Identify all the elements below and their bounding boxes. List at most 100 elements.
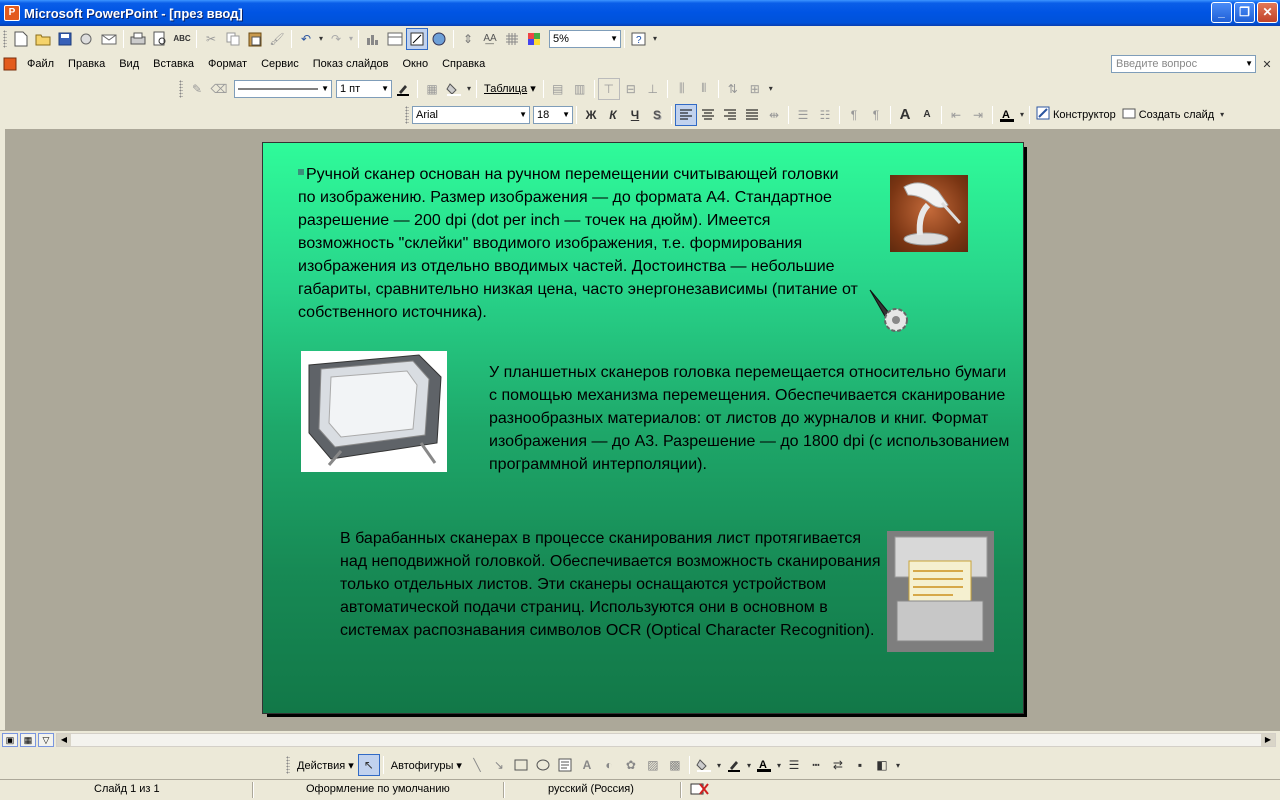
- new-slide-button[interactable]: Создать слайд: [1119, 106, 1217, 123]
- minimize-button[interactable]: _: [1211, 2, 1232, 23]
- help-question-input[interactable]: Введите вопрос ▼: [1111, 55, 1256, 73]
- underline-button[interactable]: Ч: [624, 104, 646, 126]
- print-icon[interactable]: [127, 28, 149, 50]
- toolbar-grip[interactable]: [286, 756, 290, 774]
- justify-icon[interactable]: [741, 104, 763, 126]
- text-direction-icon[interactable]: ⇅: [722, 78, 744, 100]
- format-painter-icon[interactable]: 🖌: [266, 28, 288, 50]
- paste-icon[interactable]: [244, 28, 266, 50]
- align-top-icon[interactable]: ⊤: [597, 77, 620, 100]
- fill-color-dropdown-icon[interactable]: ▾: [715, 754, 723, 776]
- menu-help[interactable]: Справка: [435, 58, 492, 70]
- toolbar-grip[interactable]: [179, 79, 183, 98]
- increase-indent-icon[interactable]: ⇥: [967, 104, 989, 126]
- menu-format[interactable]: Формат: [201, 58, 254, 70]
- show-formatting-icon[interactable]: A͟A: [479, 28, 501, 50]
- insert-picture-icon[interactable]: ▨: [642, 754, 664, 776]
- distribute-columns-icon[interactable]: ⫴: [693, 78, 715, 100]
- font-color-icon[interactable]: A: [996, 104, 1018, 126]
- arrow-icon[interactable]: ↘: [488, 754, 510, 776]
- copy-icon[interactable]: [222, 28, 244, 50]
- distributed-icon[interactable]: ⇹: [763, 104, 785, 126]
- table-fill-effects-icon[interactable]: ⊞: [744, 78, 766, 100]
- font-color-dropdown-icon[interactable]: ▾: [1018, 104, 1026, 126]
- toolbar-options-icon[interactable]: ▾: [650, 28, 660, 50]
- permission-icon[interactable]: [76, 28, 98, 50]
- menu-insert[interactable]: Вставка: [146, 58, 201, 70]
- align-left-icon[interactable]: [675, 103, 697, 126]
- oval-icon[interactable]: [532, 754, 554, 776]
- toolbar-options-icon[interactable]: ▾: [893, 754, 903, 776]
- slide[interactable]: Ручной сканер основан на ручном перемеще…: [262, 142, 1024, 714]
- font-size-dropdown[interactable]: 18 ▼: [533, 105, 573, 124]
- align-right-icon[interactable]: [719, 104, 741, 126]
- open-folder-icon[interactable]: [32, 28, 54, 50]
- document-icon[interactable]: [0, 53, 20, 75]
- ltr-direction-icon[interactable]: ¶: [843, 104, 865, 126]
- undo-dropdown-icon[interactable]: ▾: [317, 28, 325, 50]
- arrow-style-icon[interactable]: ⇄: [827, 754, 849, 776]
- restore-button[interactable]: ❐: [1234, 2, 1255, 23]
- border-width-dropdown[interactable]: 1 пт ▼: [336, 79, 392, 98]
- email-icon[interactable]: [98, 28, 120, 50]
- designer-button[interactable]: Конструктор: [1033, 106, 1119, 123]
- fill-color-icon[interactable]: [693, 754, 715, 776]
- merge-cells-icon[interactable]: ▤: [547, 78, 569, 100]
- line-style-icon[interactable]: ☰: [783, 754, 805, 776]
- eraser-icon[interactable]: ⌫: [208, 78, 230, 100]
- line-color-dropdown-icon[interactable]: ▾: [745, 754, 753, 776]
- close-button[interactable]: ✕: [1257, 2, 1278, 23]
- new-document-icon[interactable]: [10, 28, 32, 50]
- wordart-icon[interactable]: A: [576, 754, 598, 776]
- cut-icon[interactable]: ✂: [200, 28, 222, 50]
- spelling-status-icon[interactable]: [690, 782, 710, 799]
- language-status[interactable]: русский (Россия): [548, 783, 634, 795]
- rtl-direction-icon[interactable]: ¶: [865, 104, 887, 126]
- menu-edit[interactable]: Правка: [61, 58, 112, 70]
- center-vertically-icon[interactable]: ⊟: [620, 78, 642, 100]
- diagram-icon[interactable]: ◐: [598, 754, 620, 776]
- flatbed-scanner-text[interactable]: У планшетных сканеров головка перемещает…: [489, 361, 1014, 476]
- save-icon[interactable]: [54, 28, 76, 50]
- redo-icon[interactable]: ↷: [325, 28, 347, 50]
- font-color-dropdown-icon[interactable]: ▾: [775, 754, 783, 776]
- scroll-left-icon[interactable]: ◀: [57, 734, 71, 746]
- align-center-icon[interactable]: [697, 104, 719, 126]
- insert-table-icon[interactable]: [384, 28, 406, 50]
- help-icon[interactable]: ?: [628, 28, 650, 50]
- clip-art-icon[interactable]: ✿: [620, 754, 642, 776]
- insert-hyperlink-icon[interactable]: [428, 28, 450, 50]
- slide-sorter-view-icon[interactable]: ▦: [20, 732, 36, 747]
- font-name-dropdown[interactable]: Arial ▼: [412, 105, 530, 124]
- rectangle-icon[interactable]: [510, 754, 532, 776]
- text-shadow-button[interactable]: S: [646, 104, 668, 126]
- autoshapes-menu[interactable]: Автофигуры ▾: [387, 759, 466, 772]
- toolbar-options-icon[interactable]: ▾: [1217, 104, 1227, 126]
- italic-button[interactable]: К: [602, 104, 624, 126]
- text-box-icon[interactable]: [554, 754, 576, 776]
- borders-icon[interactable]: ▦: [421, 78, 443, 100]
- decrease-indent-icon[interactable]: ⇤: [945, 104, 967, 126]
- insert-chart-icon[interactable]: [362, 28, 384, 50]
- scroll-right-icon[interactable]: ▶: [1261, 734, 1275, 746]
- slide-workspace[interactable]: Ручной сканер основан на ручном перемеще…: [5, 129, 1280, 730]
- powerpoint-app-icon[interactable]: P: [4, 5, 20, 21]
- fill-dropdown-icon[interactable]: ▾: [465, 78, 473, 100]
- align-bottom-icon[interactable]: ⊥: [642, 78, 664, 100]
- slide-show-view-icon[interactable]: ▽: [38, 732, 54, 747]
- undo-icon[interactable]: ↶: [295, 28, 317, 50]
- flatbed-scanner-image[interactable]: [301, 351, 447, 472]
- draw-table-icon[interactable]: ✎: [186, 78, 208, 100]
- handheld-scanner-image[interactable]: [890, 175, 968, 252]
- drum-scanner-image[interactable]: [887, 531, 994, 652]
- show-grid-icon[interactable]: [501, 28, 523, 50]
- decrease-font-size-icon[interactable]: A: [916, 104, 938, 126]
- print-preview-icon[interactable]: [149, 28, 171, 50]
- font-color-icon[interactable]: A: [753, 754, 775, 776]
- increase-font-size-icon[interactable]: A: [894, 104, 916, 126]
- handheld-scanner-text[interactable]: Ручной сканер основан на ручном перемеще…: [298, 163, 858, 324]
- dash-style-icon[interactable]: ┅: [805, 754, 827, 776]
- menu-view[interactable]: Вид: [112, 58, 146, 70]
- line-color-icon[interactable]: [723, 754, 745, 776]
- close-document-icon[interactable]: ✕: [1256, 53, 1278, 75]
